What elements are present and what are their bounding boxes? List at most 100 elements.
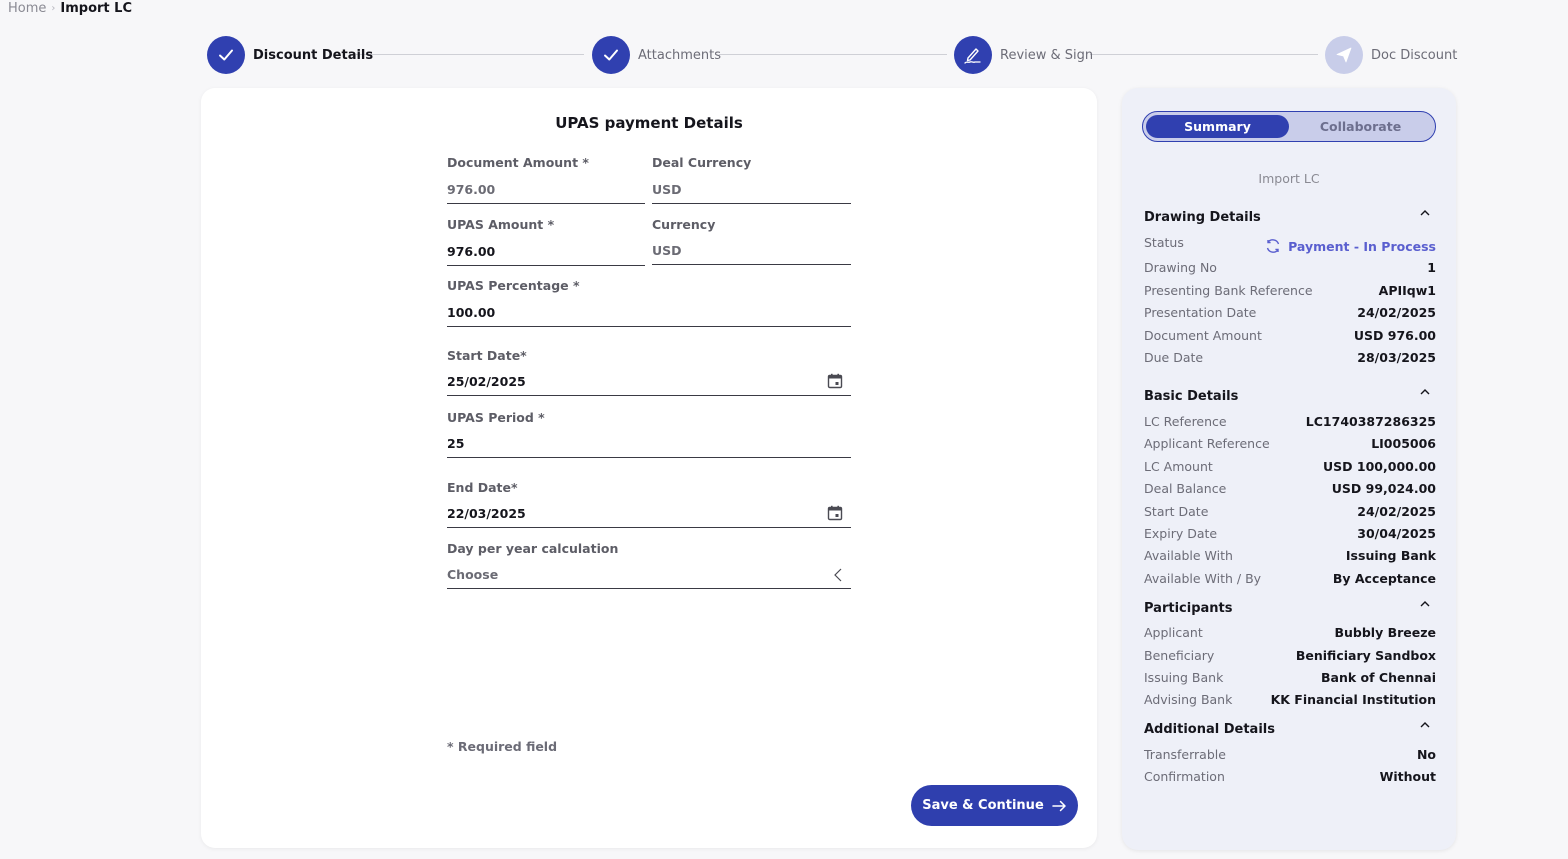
tab-summary[interactable]: Summary xyxy=(1146,115,1289,138)
row-key: Available With xyxy=(1144,548,1233,563)
field-value: 25 xyxy=(447,436,465,451)
row-value: Issuing Bank xyxy=(1345,548,1436,563)
end-date-field[interactable]: End Date* 22/03/2025 xyxy=(447,480,851,530)
chevron-up-icon[interactable] xyxy=(1420,388,1430,395)
progress-stepper: Discount Details Attachments Review & Si… xyxy=(0,0,1568,90)
field-label: UPAS Amount * xyxy=(447,217,555,232)
arrow-right-icon xyxy=(1052,800,1066,811)
row-value: By Acceptance xyxy=(1332,571,1436,586)
detail-row: Document Amount USD 976.00 xyxy=(1144,328,1436,343)
step-connector xyxy=(1090,54,1318,55)
field-label: Deal Currency xyxy=(652,155,752,170)
deal-currency-field[interactable]: Deal Currency USD xyxy=(652,155,851,204)
detail-row: Applicant Bubbly Breeze xyxy=(1144,625,1436,640)
row-value: LC1740387286325 xyxy=(1305,414,1436,429)
chevron-up-icon[interactable] xyxy=(1420,721,1430,728)
start-date-input[interactable]: 25/02/2025 xyxy=(447,373,851,396)
refresh-icon xyxy=(1266,239,1280,253)
row-value: No xyxy=(1416,747,1436,762)
row-value: 1 xyxy=(1427,260,1436,275)
row-key: Applicant xyxy=(1144,625,1203,640)
participants-header[interactable]: Participants xyxy=(1144,601,1436,616)
field-value: 22/03/2025 xyxy=(447,505,526,521)
row-value: 24/02/2025 xyxy=(1357,305,1436,320)
section-title: Drawing Details xyxy=(1144,210,1261,225)
drawing-details-header[interactable]: Drawing Details xyxy=(1144,210,1436,225)
form-title: UPAS payment Details xyxy=(555,114,743,132)
upas-amount-input[interactable]: 976.00 xyxy=(447,244,645,266)
start-date-field[interactable]: Start Date* 25/02/2025 xyxy=(447,348,851,398)
basic-details-header[interactable]: Basic Details xyxy=(1144,389,1436,404)
row-key: Status xyxy=(1144,235,1184,250)
chevron-up-icon[interactable] xyxy=(1420,209,1430,216)
deal-currency-input[interactable]: USD xyxy=(652,182,851,204)
step-review-sign[interactable]: Review & Sign xyxy=(954,36,1093,74)
status-row: Status Payment - In Process xyxy=(1144,235,1436,254)
currency-field[interactable]: Currency USD xyxy=(652,217,851,265)
row-value: Without xyxy=(1379,769,1436,784)
row-key: Available With / By xyxy=(1144,571,1262,586)
document-amount-input[interactable]: 976.00 xyxy=(447,182,645,204)
upas-amount-field[interactable]: UPAS Amount * 976.00 xyxy=(447,217,645,266)
field-label: Start Date* xyxy=(447,348,527,363)
field-value: 976.00 xyxy=(447,182,496,197)
additional-details-header[interactable]: Additional Details xyxy=(1144,722,1436,737)
chevron-left-icon xyxy=(834,568,842,581)
row-value: USD 99,024.00 xyxy=(1331,481,1436,496)
upas-period-field[interactable]: UPAS Period * 25 xyxy=(447,410,851,458)
row-value: LI005006 xyxy=(1371,436,1436,451)
calendar-icon[interactable] xyxy=(827,373,843,389)
row-key: Advising Bank xyxy=(1144,692,1233,707)
currency-input[interactable]: USD xyxy=(652,243,851,265)
detail-row: Confirmation Without xyxy=(1144,769,1436,784)
detail-row: Applicant Reference LI005006 xyxy=(1144,436,1436,451)
end-date-input[interactable]: 22/03/2025 xyxy=(447,505,851,528)
chevron-up-icon[interactable] xyxy=(1420,600,1430,607)
tab-collaborate[interactable]: Collaborate xyxy=(1289,115,1432,138)
step-label: Review & Sign xyxy=(1000,47,1094,63)
field-label: End Date* xyxy=(447,480,518,495)
required-field-note: * Required field xyxy=(447,739,558,754)
detail-row: Beneficiary Benificiary Sandbox xyxy=(1144,648,1436,663)
field-value: 100.00 xyxy=(447,305,496,320)
step-doc-discount[interactable]: Doc Discount xyxy=(1325,36,1457,74)
summary-panel: Summary Collaborate Import LC Drawing De… xyxy=(1122,88,1456,850)
detail-row: Presentation Date 24/02/2025 xyxy=(1144,305,1436,320)
row-value: USD 100,000.00 xyxy=(1323,459,1436,474)
row-key: Beneficiary xyxy=(1144,648,1215,663)
detail-row: Deal Balance USD 99,024.00 xyxy=(1144,481,1436,496)
document-amount-field[interactable]: Document Amount * 976.00 xyxy=(447,155,645,204)
detail-row: LC Amount USD 100,000.00 xyxy=(1144,459,1436,474)
day-per-year-select[interactable]: Choose xyxy=(447,567,851,589)
step-attachments[interactable]: Attachments xyxy=(592,36,721,74)
step-discount-details[interactable]: Discount Details xyxy=(207,36,373,74)
save-continue-button[interactable]: Save & Continue xyxy=(911,785,1078,826)
detail-row: Presenting Bank Reference APIIqw1 xyxy=(1144,283,1436,298)
day-per-year-field[interactable]: Day per year calculation Choose xyxy=(447,541,851,591)
row-key: Transferrable xyxy=(1144,747,1226,762)
row-key: Drawing No xyxy=(1144,260,1217,275)
check-icon xyxy=(207,36,245,74)
row-key: Deal Balance xyxy=(1144,481,1227,496)
upas-percentage-input[interactable]: 100.00 xyxy=(447,305,851,327)
detail-row: Transferrable No xyxy=(1144,747,1436,762)
panel-subtitle: Import LC xyxy=(1258,171,1320,186)
row-key: Due Date xyxy=(1144,350,1204,365)
row-value: Benificiary Sandbox xyxy=(1295,648,1436,663)
calendar-icon[interactable] xyxy=(827,505,843,521)
check-icon xyxy=(592,36,630,74)
field-label: Day per year calculation xyxy=(447,541,619,556)
upas-period-input[interactable]: 25 xyxy=(447,436,851,458)
detail-row: Available With Issuing Bank xyxy=(1144,548,1436,563)
status-badge: Payment - In Process xyxy=(1265,238,1436,254)
step-label: Discount Details xyxy=(253,47,374,63)
row-key: Confirmation xyxy=(1144,769,1225,784)
detail-row: Expiry Date 30/04/2025 xyxy=(1144,526,1436,541)
upas-percentage-field[interactable]: UPAS Percentage * 100.00 xyxy=(447,278,851,327)
row-key: Applicant Reference xyxy=(1144,436,1270,451)
row-key: Start Date xyxy=(1144,504,1209,519)
row-value: 24/02/2025 xyxy=(1357,504,1436,519)
field-value: 25/02/2025 xyxy=(447,373,526,389)
row-value: KK Financial Institution xyxy=(1270,692,1436,707)
row-key: Document Amount xyxy=(1144,328,1262,343)
